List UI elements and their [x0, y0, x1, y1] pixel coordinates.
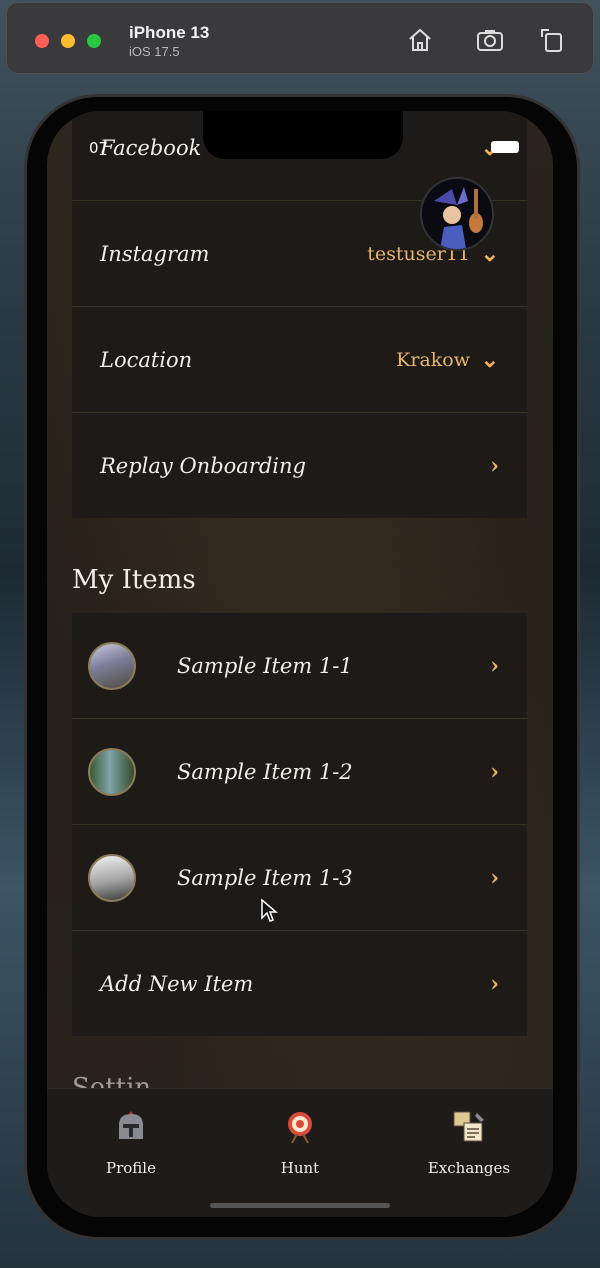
tab-label: Exchanges: [427, 1159, 511, 1177]
notch: [203, 111, 403, 159]
avatar[interactable]: [420, 177, 494, 251]
chevron-right-icon: ›: [490, 864, 499, 891]
item-thumbnail: [88, 853, 136, 902]
phone-screen: 07 Facebook ⌄ Instagram testuser11 ⌄ Loc…: [47, 111, 553, 1217]
tab-profile[interactable]: Profile: [47, 1089, 215, 1189]
target-icon: [288, 1112, 312, 1144]
tab-exchanges[interactable]: Exchanges: [385, 1089, 553, 1189]
list-item[interactable]: Sample Item 1-2 ›: [72, 719, 527, 825]
row-label: Location: [100, 347, 193, 372]
list-item[interactable]: Sample Item 1-1 ›: [72, 613, 527, 719]
minimize-window-button[interactable]: [61, 34, 75, 48]
rotate-button[interactable]: [537, 25, 567, 55]
location-row[interactable]: Location Krakow ⌄: [72, 307, 527, 413]
add-new-item-row[interactable]: Add New Item ›: [72, 931, 527, 1036]
add-new-item-label: Add New Item: [100, 971, 254, 996]
row-label: Replay Onboarding: [100, 453, 306, 478]
tab-bar: Profile Hunt Exchanges: [47, 1088, 553, 1217]
item-label: Sample Item 1-1: [177, 653, 353, 678]
replay-onboarding-row[interactable]: Replay Onboarding ›: [72, 413, 527, 518]
chevron-down-icon: ⌄: [480, 240, 499, 267]
screenshot-icon: [477, 30, 503, 51]
item-label: Sample Item 1-3: [177, 865, 353, 890]
list-item[interactable]: Sample Item 1-3 ›: [72, 825, 527, 931]
mouse-cursor-icon: [261, 898, 278, 922]
home-indicator: [210, 1203, 390, 1208]
os-version: iOS 17.5: [129, 44, 180, 59]
location-value: Krakow: [396, 348, 470, 371]
item-thumbnail: [88, 641, 136, 690]
profile-settings-list: Facebook ⌄ Instagram testuser11 ⌄ Locati…: [72, 111, 527, 518]
item-label: Sample Item 1-2: [177, 759, 353, 784]
row-label: Facebook: [100, 135, 202, 160]
tab-label: Hunt: [280, 1159, 320, 1177]
jester-avatar-icon: [422, 179, 492, 249]
screenshot-button[interactable]: [475, 25, 505, 55]
helmet-icon: [119, 1111, 143, 1139]
scroll-icon: [453, 1111, 484, 1142]
row-label: Instagram: [100, 241, 210, 266]
close-window-button[interactable]: [35, 34, 49, 48]
status-time: 07: [89, 139, 109, 157]
rotate-icon: [541, 29, 562, 52]
home-button[interactable]: [405, 25, 435, 55]
zoom-window-button[interactable]: [87, 34, 101, 48]
device-name: iPhone 13: [129, 23, 210, 42]
home-icon: [409, 28, 431, 51]
chevron-down-icon: ⌄: [480, 346, 499, 373]
chevron-right-icon: ›: [490, 758, 499, 785]
my-items-list: Sample Item 1-1 › Sample Item 1-2 › Samp…: [72, 613, 527, 1036]
tab-hunt[interactable]: Hunt: [216, 1089, 384, 1189]
chevron-right-icon: ›: [490, 452, 499, 479]
simulator-toolbar: iPhone 13 iOS 17.5: [6, 2, 594, 74]
item-thumbnail: [88, 747, 136, 796]
tab-label: Profile: [106, 1159, 156, 1177]
battery-icon: [491, 141, 519, 153]
my-items-title: My Items: [72, 565, 196, 595]
chevron-right-icon: ›: [490, 652, 499, 679]
chevron-right-icon: ›: [490, 970, 499, 997]
